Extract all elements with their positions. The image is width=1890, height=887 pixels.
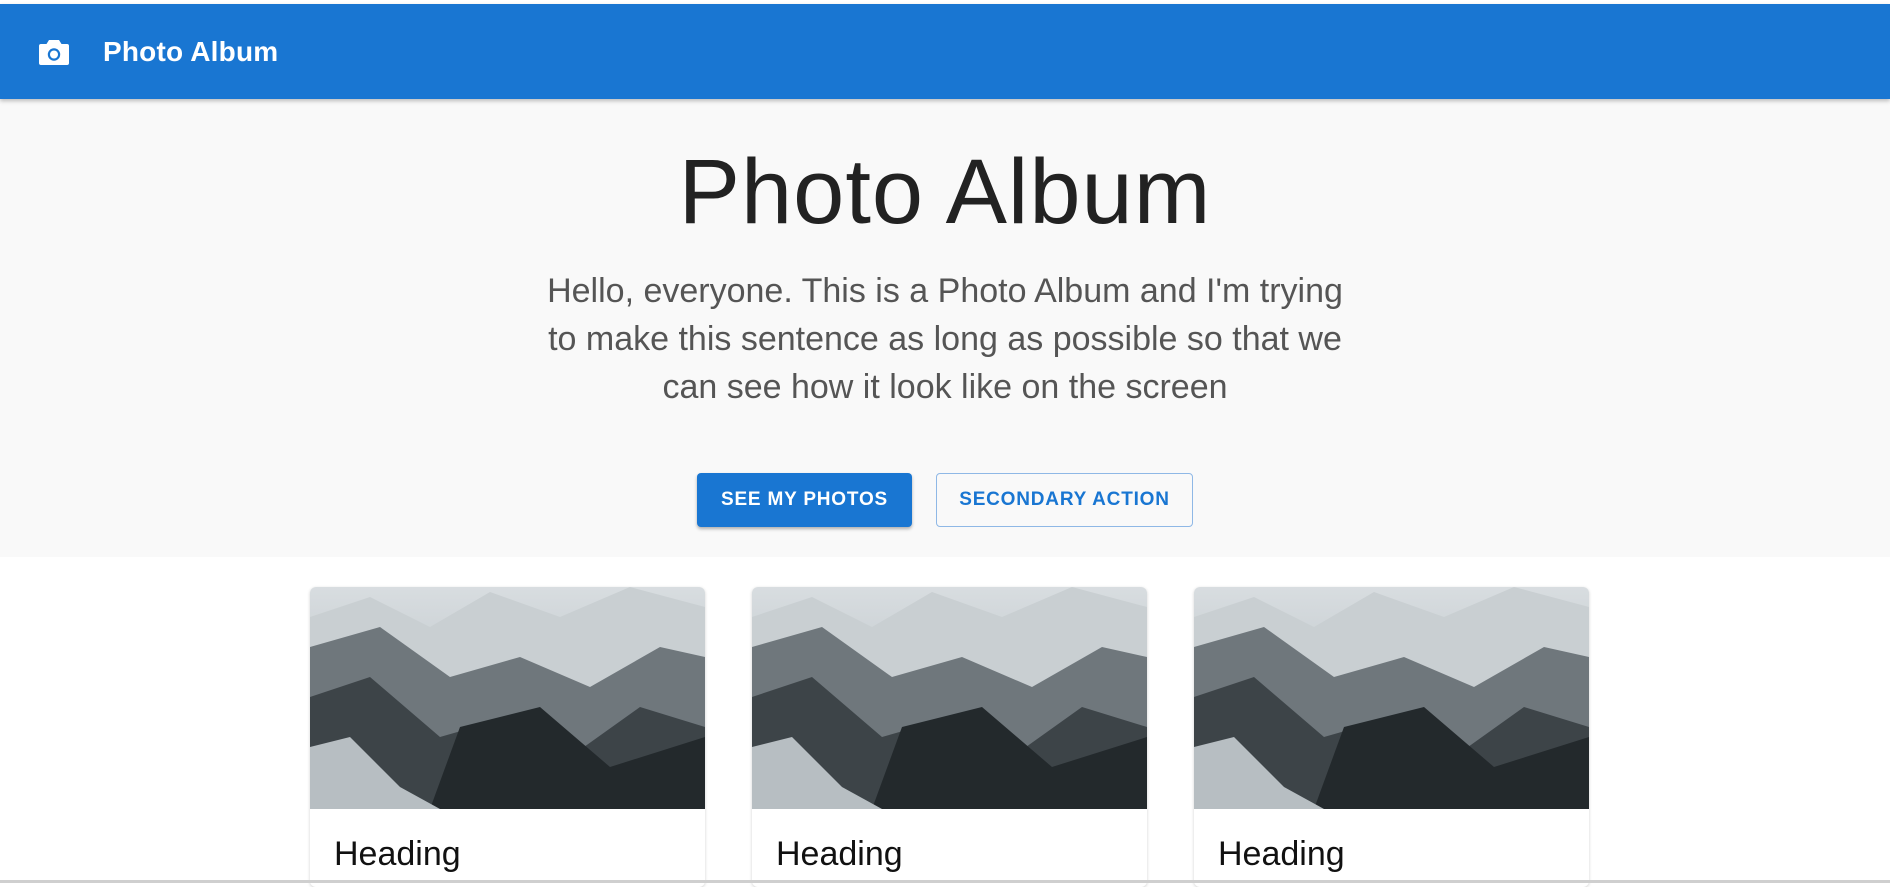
card-image [1194,587,1589,809]
photo-card[interactable]: Heading [752,587,1147,887]
card-heading: Heading [334,835,461,873]
secondary-action-button[interactable]: SECONDARY ACTION [936,473,1193,527]
app-bar-title: Photo Album [103,35,279,67]
card-heading: Heading [1218,835,1345,873]
card-heading: Heading [776,835,903,873]
camera-icon [37,35,71,69]
app-bar: Photo Album [0,4,1890,99]
card-image [752,587,1147,809]
photo-card[interactable]: Heading [310,587,705,887]
photo-card[interactable]: Heading [1194,587,1589,887]
hero-section: Photo Album Hello, everyone. This is a P… [0,99,1890,557]
hero-actions: SEE MY PHOTOS SECONDARY ACTION [0,473,1890,527]
card-image [310,587,705,809]
hero-description: Hello, everyone. This is a Photo Album a… [547,272,1343,406]
see-my-photos-button[interactable]: SEE MY PHOTOS [697,473,912,527]
page-title: Photo Album [678,141,1212,243]
photo-card-grid: Heading Heading Heading [310,587,1589,887]
